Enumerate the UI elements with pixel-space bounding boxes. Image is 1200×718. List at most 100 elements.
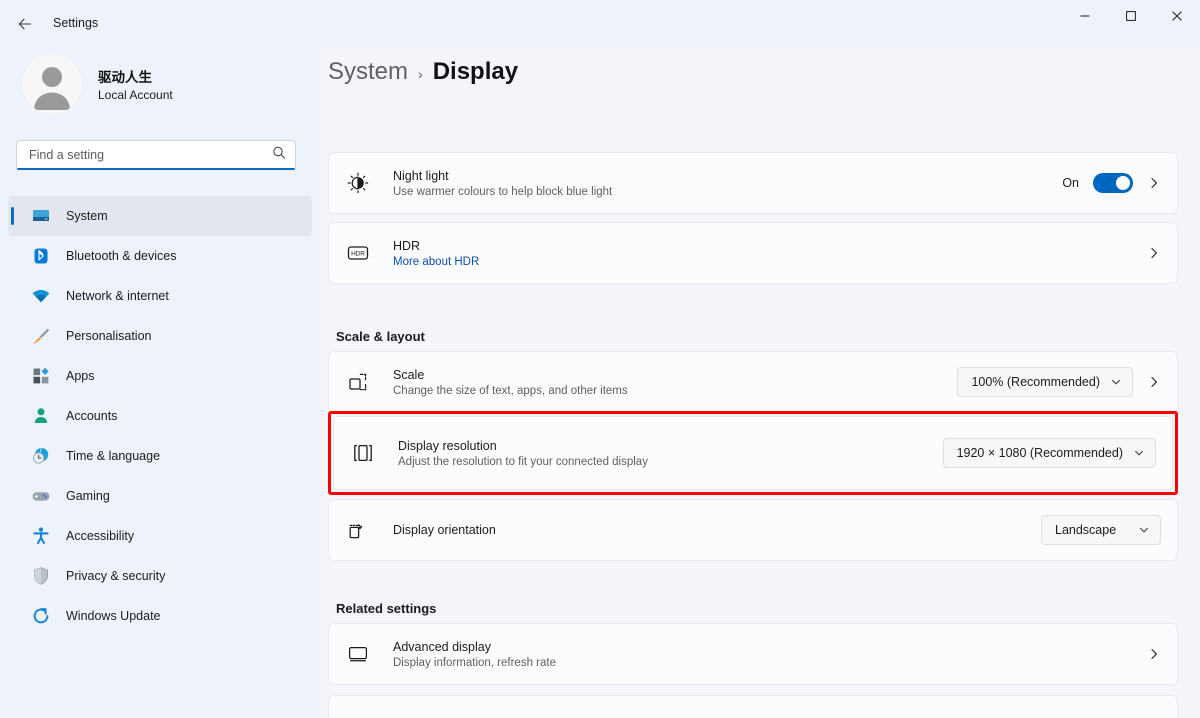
settings-list: Night light Use warmer colours to help b…: [320, 104, 1200, 718]
maximize-button[interactable]: [1108, 0, 1154, 32]
scale-subtitle: Change the size of text, apps, and other…: [393, 384, 628, 397]
display-orientation-value: Landscape: [1055, 523, 1117, 537]
chevron-right-icon[interactable]: [1147, 246, 1161, 260]
sidebar-item-bluetooth-devices[interactable]: Bluetooth & devices: [8, 236, 312, 276]
sidebar-item-label: Time & language: [66, 449, 161, 463]
svg-text:HDR: HDR: [351, 251, 365, 258]
chevron-down-icon: [1112, 379, 1120, 385]
sidebar-item-label: Network & internet: [66, 289, 169, 303]
profile-name: 驱动人生: [98, 70, 152, 85]
rotate-orientation-icon: [345, 517, 371, 543]
display-resolution-subtitle: Adjust the resolution to fit your connec…: [398, 455, 648, 468]
arrow-left-icon: [18, 18, 32, 30]
display-orientation-dropdown[interactable]: Landscape: [1041, 515, 1161, 545]
gamepad-icon: [30, 485, 52, 507]
sidebar-item-label: Bluetooth & devices: [66, 249, 177, 263]
hdr-badge-icon: HDR: [345, 240, 371, 266]
night-light-title: Night light: [393, 168, 449, 183]
display-resolution-dropdown[interactable]: 1920 × 1080 (Recommended): [942, 438, 1156, 468]
bluetooth-icon: [30, 245, 52, 267]
paintbrush-icon: [30, 325, 52, 347]
display-orientation-row[interactable]: Display orientation Landscape: [328, 499, 1178, 561]
sidebar-item-label: Accounts: [66, 409, 118, 423]
shield-icon: [30, 565, 52, 587]
breadcrumb-parent[interactable]: System: [328, 58, 408, 86]
update-refresh-icon: [30, 605, 52, 627]
advanced-monitor-icon: [345, 641, 371, 667]
chevron-right-icon[interactable]: [1147, 375, 1161, 389]
search-input[interactable]: [17, 141, 295, 169]
display-orientation-title: Display orientation: [393, 523, 496, 537]
scale-title: Scale: [393, 367, 425, 382]
app-title: Settings: [53, 16, 99, 30]
display-resolution-icon: [350, 440, 376, 466]
account-person-icon: [30, 405, 52, 427]
advanced-display-title: Advanced display: [393, 639, 491, 654]
scale-row[interactable]: Scale Change the size of text, apps, and…: [328, 351, 1178, 413]
sidebar: 驱动人生 Local Account System: [0, 48, 320, 718]
hdr-title: HDR: [393, 238, 421, 253]
person-avatar-icon: [34, 67, 70, 110]
toggle-knob: [1116, 176, 1130, 190]
sidebar-item-label: System: [66, 209, 108, 223]
night-light-toggle-state: On: [1062, 176, 1079, 190]
breadcrumb: System › Display: [328, 58, 518, 86]
search-box[interactable]: [16, 140, 296, 170]
night-light-sun-icon: [345, 170, 371, 196]
display-resolution-row[interactable]: Display resolution Adjust the resolution…: [333, 416, 1173, 490]
sidebar-item-system[interactable]: System: [8, 196, 312, 236]
sidebar-item-gaming[interactable]: Gaming: [8, 476, 312, 516]
sidebar-item-label: Apps: [66, 369, 95, 383]
back-button[interactable]: [10, 10, 40, 38]
graphics-row[interactable]: Graphics: [328, 695, 1178, 718]
chevron-down-icon: [1135, 450, 1143, 456]
sidebar-item-label: Gaming: [66, 489, 110, 503]
sidebar-item-windows-update[interactable]: Windows Update: [8, 596, 312, 636]
breadcrumb-separator-icon: ›: [418, 66, 423, 82]
page-title: Display: [432, 58, 519, 85]
night-light-toggle[interactable]: [1093, 173, 1133, 193]
sidebar-item-label: Accessibility: [66, 529, 135, 543]
sidebar-item-label: Privacy & security: [66, 569, 166, 583]
maximize-icon: [1126, 11, 1136, 21]
chevron-right-icon[interactable]: [1147, 176, 1161, 190]
clock-globe-icon: [30, 445, 52, 467]
close-icon: [1172, 11, 1182, 21]
sidebar-item-accounts[interactable]: Accounts: [8, 396, 312, 436]
sidebar-item-time-language[interactable]: Time & language: [8, 436, 312, 476]
wifi-icon: [30, 285, 52, 307]
window-controls: [1062, 0, 1200, 48]
close-button[interactable]: [1154, 0, 1200, 32]
sidebar-item-personalisation[interactable]: Personalisation: [8, 316, 312, 356]
display-resolution-title: Display resolution: [398, 438, 497, 453]
red-highlight-border: Display resolution Adjust the resolution…: [328, 411, 1178, 495]
scale-value: 100% (Recommended): [971, 375, 1100, 389]
display-resolution-highlight: Display resolution Adjust the resolution…: [328, 411, 1178, 495]
scale-dropdown[interactable]: 100% (Recommended): [957, 367, 1133, 397]
sidebar-item-accessibility[interactable]: Accessibility: [8, 516, 312, 556]
main-content: System › Display Night light Use warmer …: [320, 48, 1200, 718]
sidebar-item-label: Windows Update: [66, 609, 161, 623]
sidebar-item-privacy-security[interactable]: Privacy & security: [8, 556, 312, 596]
sidebar-nav: System Bluetooth & devices Network & int…: [8, 196, 312, 636]
sidebar-item-apps[interactable]: Apps: [8, 356, 312, 396]
user-profile[interactable]: 驱动人生 Local Account: [22, 54, 173, 114]
night-light-row[interactable]: Night light Use warmer colours to help b…: [328, 152, 1178, 214]
sidebar-item-network-internet[interactable]: Network & internet: [8, 276, 312, 316]
hdr-more-link[interactable]: More about HDR: [393, 256, 1147, 268]
chevron-right-icon[interactable]: [1147, 647, 1161, 661]
profile-subtitle: Local Account: [98, 88, 173, 102]
hdr-row[interactable]: HDR HDR More about HDR: [328, 222, 1178, 284]
scale-layout-heading: Scale & layout: [336, 329, 425, 344]
accessibility-person-icon: [30, 525, 52, 547]
search-container: [16, 140, 296, 170]
avatar: [22, 54, 82, 114]
sidebar-item-label: Personalisation: [66, 329, 152, 343]
minimize-button[interactable]: [1062, 0, 1108, 32]
night-light-subtitle: Use warmer colours to help block blue li…: [393, 185, 613, 198]
apps-icon: [30, 365, 52, 387]
display-resolution-value: 1920 × 1080 (Recommended): [956, 446, 1123, 460]
monitor-icon: [30, 205, 52, 227]
advanced-display-subtitle: Display information, refresh rate: [393, 656, 556, 669]
advanced-display-row[interactable]: Advanced display Display information, re…: [328, 623, 1178, 685]
